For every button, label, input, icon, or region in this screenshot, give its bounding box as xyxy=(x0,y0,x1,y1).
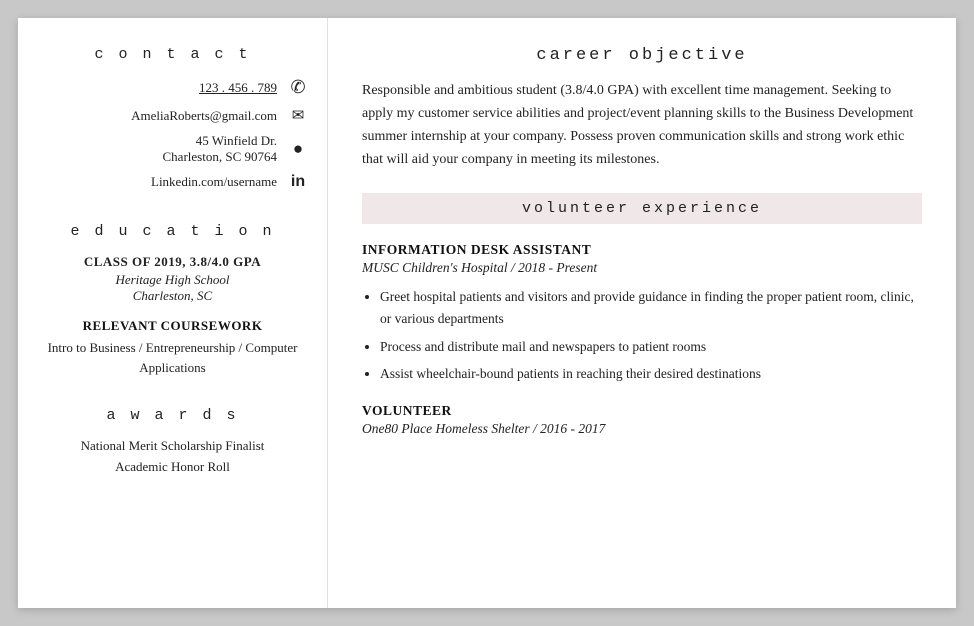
job-org-2: One80 Place Homeless Shelter / 2016 - 20… xyxy=(362,421,922,437)
linkedin-row: Linkedin.com/username in xyxy=(36,173,309,191)
phone-text: 123 . 456 . 789 xyxy=(199,80,277,96)
awards-section: a w a r d s National Merit Scholarship F… xyxy=(36,407,309,480)
sidebar: c o n t a c t 123 . 456 . 789 ✆ AmeliaRo… xyxy=(18,18,328,608)
edu-school: Heritage High School xyxy=(36,272,309,288)
job-bullets-1: Greet hospital patients and visitors and… xyxy=(380,286,922,384)
address-line1: 45 Winfield Dr. xyxy=(163,133,277,149)
contact-section: c o n t a c t 123 . 456 . 789 ✆ AmeliaRo… xyxy=(36,46,309,199)
address-row: 45 Winfield Dr. Charleston, SC 90764 ● xyxy=(36,133,309,165)
award-1: National Merit Scholarship Finalist xyxy=(36,438,309,454)
email-icon: ✉ xyxy=(287,106,309,125)
education-title: e d u c a t i o n xyxy=(36,223,309,240)
job-entry-2: VOLUNTEER One80 Place Homeless Shelter /… xyxy=(362,403,922,447)
bullet-1-1: Greet hospital patients and visitors and… xyxy=(380,286,922,329)
edu-city: Charleston, SC xyxy=(36,288,309,304)
job-title-1: INFORMATION DESK ASSISTANT xyxy=(362,242,922,258)
linkedin-icon: in xyxy=(287,173,309,191)
resume-page: c o n t a c t 123 . 456 . 789 ✆ AmeliaRo… xyxy=(18,18,956,608)
job-entry-1: INFORMATION DESK ASSISTANT MUSC Children… xyxy=(362,242,922,402)
volunteer-experience-title: volunteer experience xyxy=(362,200,922,217)
address-block: 45 Winfield Dr. Charleston, SC 90764 xyxy=(163,133,277,165)
career-objective-text: Responsible and ambitious student (3.8/4… xyxy=(362,79,922,171)
main-content: career objective Responsible and ambitio… xyxy=(328,18,956,608)
job-title-2: VOLUNTEER xyxy=(362,403,922,419)
bullet-1-2: Process and distribute mail and newspape… xyxy=(380,336,922,358)
awards-title: a w a r d s xyxy=(36,407,309,424)
contact-title: c o n t a c t xyxy=(36,46,309,63)
phone-row: 123 . 456 . 789 ✆ xyxy=(36,77,309,98)
edu-class: CLASS OF 2019, 3.8/4.0 GPA xyxy=(36,254,309,270)
email-text: AmeliaRoberts@gmail.com xyxy=(131,108,277,124)
job-org-1: MUSC Children's Hospital / 2018 - Presen… xyxy=(362,260,922,276)
email-row: AmeliaRoberts@gmail.com ✉ xyxy=(36,106,309,125)
relevant-courses: Intro to Business / Entrepreneurship / C… xyxy=(36,338,309,377)
location-icon: ● xyxy=(287,139,309,159)
linkedin-text: Linkedin.com/username xyxy=(151,174,277,190)
phone-icon: ✆ xyxy=(287,77,309,98)
relevant-coursework-title: RELEVANT COURSEWORK xyxy=(36,318,309,334)
career-objective-title: career objective xyxy=(362,46,922,65)
volunteer-experience-header: volunteer experience xyxy=(362,193,922,224)
education-section: e d u c a t i o n CLASS OF 2019, 3.8/4.0… xyxy=(36,223,309,377)
address-line2: Charleston, SC 90764 xyxy=(163,149,277,165)
award-2: Academic Honor Roll xyxy=(36,459,309,475)
bullet-1-3: Assist wheelchair-bound patients in reac… xyxy=(380,363,922,385)
